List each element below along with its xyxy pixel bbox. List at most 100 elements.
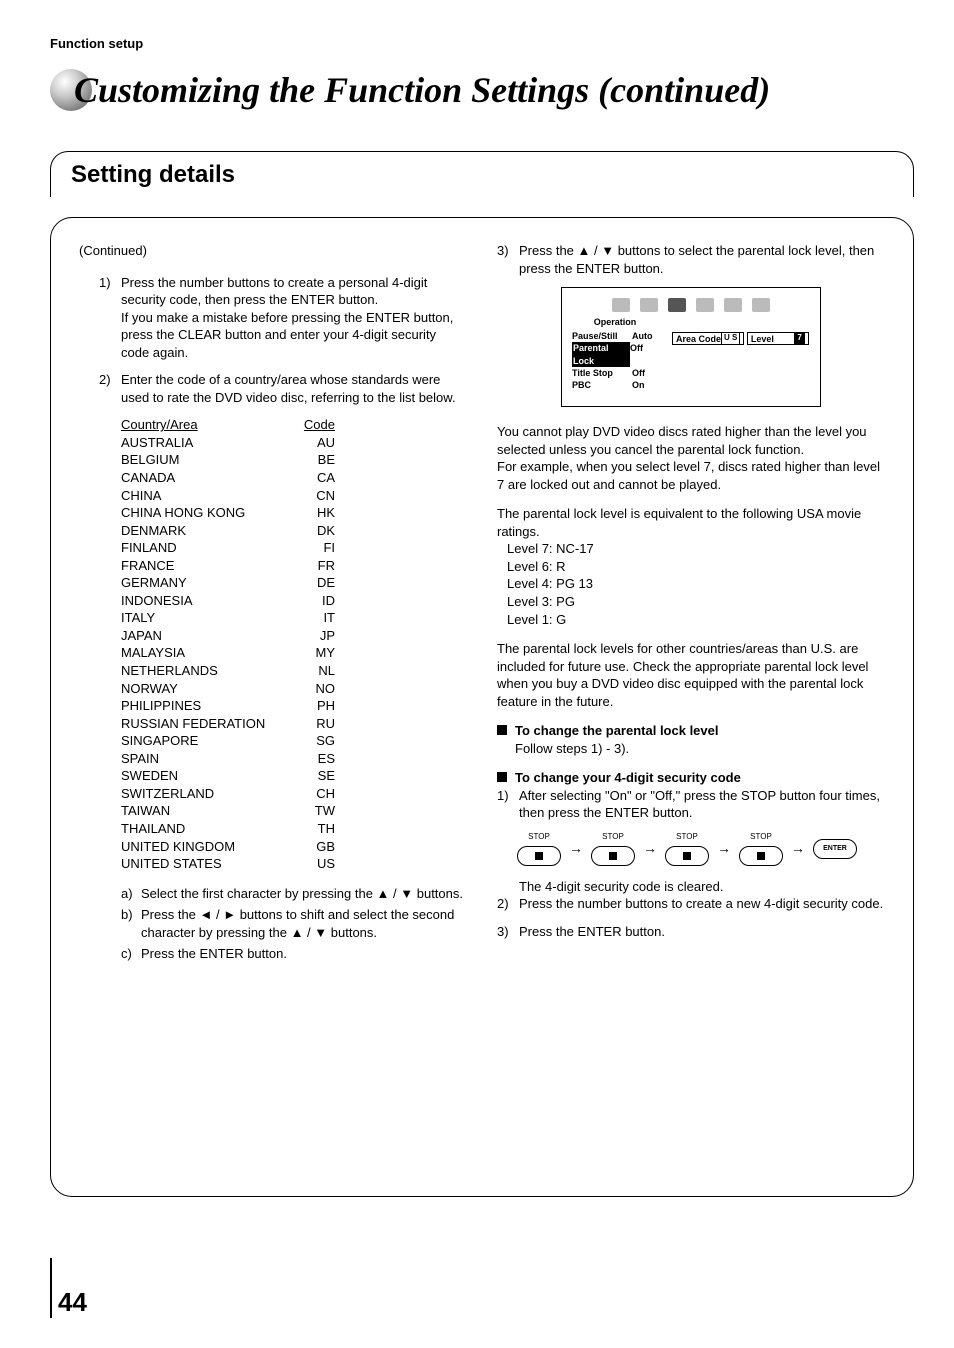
country-code: CA	[291, 469, 335, 487]
table-row: NETHERLANDSNL	[121, 662, 467, 680]
osd-tab-icon	[752, 298, 770, 312]
table-row: AUSTRALIAAU	[121, 434, 467, 452]
stop-label: STOP	[676, 832, 698, 843]
osd-box-label: Area Code	[676, 333, 721, 345]
step-2: 2) Enter the code of a country/area whos…	[99, 371, 467, 406]
country-code: JP	[291, 627, 335, 645]
osd-right-panel: Area CodeU S Level7	[672, 332, 809, 391]
osd-box-value: 7	[794, 332, 804, 345]
osd-box-value: U S	[721, 332, 740, 345]
stop-button-icon: STOP	[517, 832, 561, 866]
osd-row-value: Auto	[632, 330, 658, 342]
table-row: ITALYIT	[121, 609, 467, 627]
substep-c-text: Press the ENTER button.	[141, 945, 287, 963]
substep-b-label: b)	[121, 906, 141, 941]
table-row: DENMARKDK	[121, 522, 467, 540]
para-text: The parental lock level is equivalent to…	[497, 506, 861, 539]
rating-level: Level 3: PG	[497, 593, 575, 611]
table-row: JAPANJP	[121, 627, 467, 645]
section-header: Function setup	[50, 36, 914, 51]
substep-b: b) Press the ◄ / ► buttons to shift and …	[121, 906, 467, 941]
table-head-country: Country/Area	[121, 416, 291, 434]
country-name: FRANCE	[121, 557, 291, 575]
rating-level: Level 6: R	[497, 558, 566, 576]
country-code: MY	[291, 644, 335, 662]
step-1: 1) Press the number buttons to create a …	[99, 274, 467, 362]
b2-step-1-num: 1)	[497, 787, 519, 822]
country-name: BELGIUM	[121, 451, 291, 469]
country-name: TAIWAN	[121, 802, 291, 820]
b2-step-1-text: After selecting "On" or "Off," press the…	[519, 787, 885, 822]
stop-button-icon: STOP	[591, 832, 635, 866]
stop-label: STOP	[750, 832, 772, 843]
osd-row-label: Parental Lock	[572, 342, 630, 366]
square-bullet-icon	[497, 772, 507, 782]
step-3: 3) Press the ▲ / ▼ buttons to select the…	[497, 242, 885, 277]
table-row: NORWAYNO	[121, 680, 467, 698]
arrow-right-icon: →	[791, 839, 805, 858]
country-name: UNITED KINGDOM	[121, 838, 291, 856]
step-1-num: 1)	[99, 274, 121, 362]
right-column: 3) Press the ▲ / ▼ buttons to select the…	[497, 242, 885, 1172]
country-code: TW	[291, 802, 335, 820]
enter-button-icon: ENTER	[813, 839, 857, 859]
country-name: SWITZERLAND	[121, 785, 291, 803]
para-ratings: The parental lock level is equivalent to…	[497, 505, 885, 628]
country-name: CHINA	[121, 487, 291, 505]
step-3-num: 3)	[497, 242, 519, 277]
table-row: BELGIUMBE	[121, 451, 467, 469]
arrow-right-icon: →	[569, 839, 583, 858]
country-code: NL	[291, 662, 335, 680]
table-row: CANADACA	[121, 469, 467, 487]
osd-tab-icon	[724, 298, 742, 312]
country-name: PHILIPPINES	[121, 697, 291, 715]
country-code: PH	[291, 697, 335, 715]
country-code: CH	[291, 785, 335, 803]
osd-row-label: PBC	[572, 379, 632, 391]
country-name: SWEDEN	[121, 767, 291, 785]
continued-label: (Continued)	[79, 242, 467, 260]
rating-level: Level 7: NC-17	[497, 540, 594, 558]
country-name: SPAIN	[121, 750, 291, 768]
bullet-title: To change your 4-digit security code	[515, 769, 741, 787]
bullet-change-level: To change the parental lock level Follow…	[497, 722, 885, 757]
osd-row-label: Pause/Still	[572, 330, 632, 342]
country-name: UNITED STATES	[121, 855, 291, 873]
stop-label: STOP	[528, 832, 550, 843]
table-row: MALAYSIAMY	[121, 644, 467, 662]
country-code: GB	[291, 838, 335, 856]
b2-step-3-num: 3)	[497, 923, 519, 941]
osd-tab-icon	[696, 298, 714, 312]
table-row: CHINA HONG KONGHK	[121, 504, 467, 522]
stop-square-icon	[683, 852, 691, 860]
osd-row-value: Off	[630, 342, 656, 366]
stop-label: STOP	[602, 832, 624, 843]
substep-c: c) Press the ENTER button.	[121, 945, 467, 963]
country-code: HK	[291, 504, 335, 522]
step-1-text: Press the number buttons to create a per…	[121, 275, 427, 308]
substep-b-text: Press the ◄ / ► buttons to shift and sel…	[141, 906, 467, 941]
osd-area-code-box: Area CodeU S	[672, 332, 744, 345]
country-name: CHINA HONG KONG	[121, 504, 291, 522]
stop-button-icon: STOP	[739, 832, 783, 866]
country-name: RUSSIAN FEDERATION	[121, 715, 291, 733]
table-row: UNITED STATESUS	[121, 855, 467, 873]
country-code: US	[291, 855, 335, 873]
arrow-right-icon: →	[717, 839, 731, 858]
country-code: AU	[291, 434, 335, 452]
country-code: IT	[291, 609, 335, 627]
osd-row-value: Off	[632, 367, 658, 379]
country-name: NORWAY	[121, 680, 291, 698]
step-2-num: 2)	[99, 371, 121, 406]
table-row: TAIWANTW	[121, 802, 467, 820]
b2-step-2: 2) Press the number buttons to create a …	[497, 895, 885, 913]
country-code: RU	[291, 715, 335, 733]
step-2-text: Enter the code of a country/area whose s…	[121, 371, 467, 406]
rating-level: Level 4: PG 13	[497, 575, 593, 593]
enter-label: ENTER	[813, 839, 857, 859]
country-name: CANADA	[121, 469, 291, 487]
step-1-note: If you make a mistake before pressing th…	[121, 310, 453, 360]
country-name: THAILAND	[121, 820, 291, 838]
title-row: Customizing the Function Settings (conti…	[50, 69, 914, 111]
page-number: 44	[50, 1278, 87, 1318]
